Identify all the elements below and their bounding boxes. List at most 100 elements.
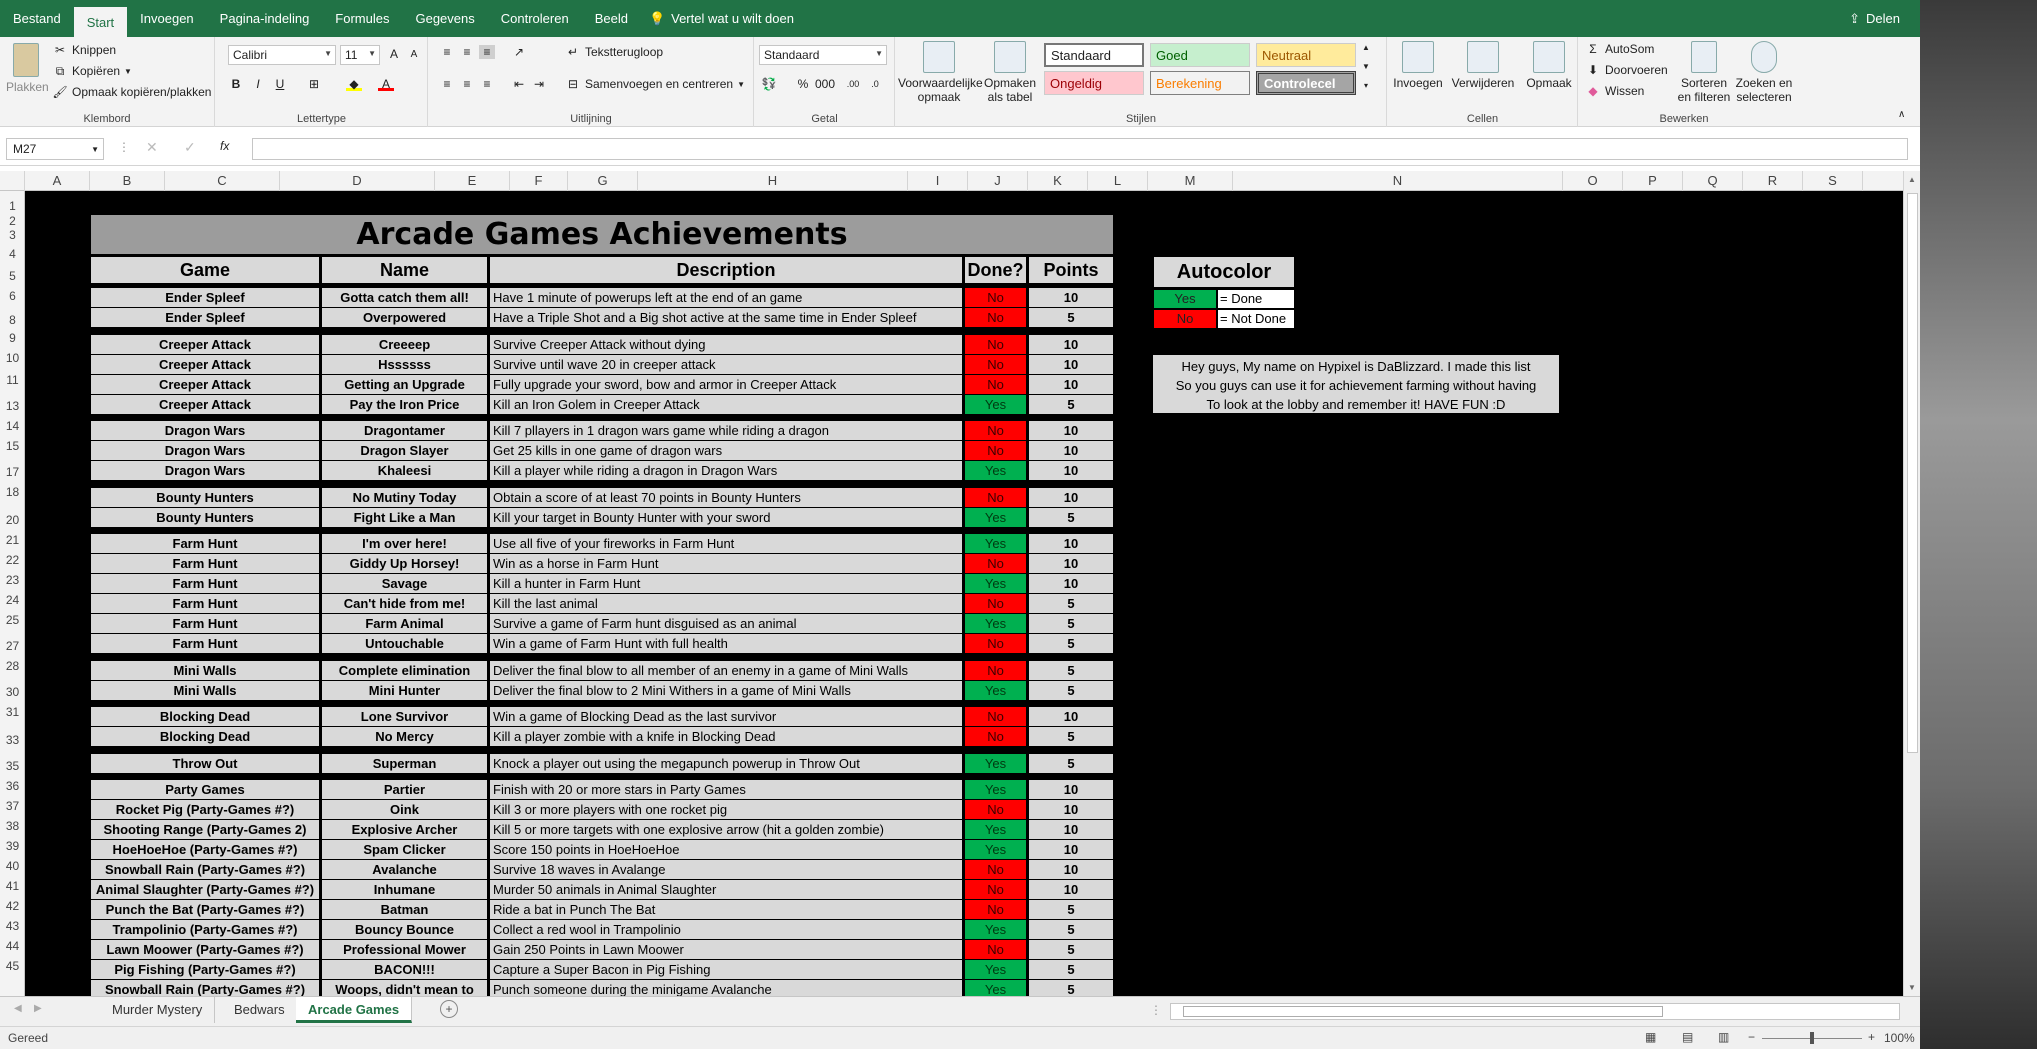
cell-points[interactable]: 5 xyxy=(1029,900,1113,919)
column-header[interactable]: L xyxy=(1088,171,1148,191)
horizontal-scroll-thumb[interactable] xyxy=(1183,1006,1663,1017)
format-as-table-button[interactable]: Opmaken als tabel xyxy=(982,41,1038,104)
cell-game[interactable]: Creeper Attack xyxy=(91,375,319,394)
cell-points[interactable]: 5 xyxy=(1029,920,1113,939)
tab-controleren[interactable]: Controleren xyxy=(488,0,582,37)
wrap-text-button[interactable]: ↵ Tekstterugloop xyxy=(565,45,663,59)
cell-game[interactable]: Snowball Rain (Party-Games #?) xyxy=(91,980,319,996)
column-header[interactable]: B xyxy=(90,171,165,191)
cell-game[interactable]: Creeper Attack xyxy=(91,335,319,354)
cell-name[interactable]: Mini Hunter xyxy=(322,681,487,700)
column-header[interactable]: J xyxy=(968,171,1028,191)
cell-description[interactable]: Score 150 points in HoeHoeHoe xyxy=(490,840,962,859)
align-right-button[interactable]: ≡ xyxy=(479,77,495,91)
cell-game[interactable]: Mini Walls xyxy=(91,661,319,680)
cell-points[interactable]: 10 xyxy=(1029,840,1113,859)
cell-points[interactable]: 10 xyxy=(1029,355,1113,374)
cell-done[interactable]: No xyxy=(965,308,1026,327)
cell-points[interactable]: 5 xyxy=(1029,960,1113,979)
cell-description[interactable]: Win a game of Farm Hunt with full health xyxy=(490,634,962,653)
row-header[interactable]: 31 xyxy=(0,705,25,719)
row-header[interactable]: 15 xyxy=(0,439,25,453)
grow-font-button[interactable]: A xyxy=(386,47,402,61)
cell-points[interactable]: 5 xyxy=(1029,594,1113,613)
cell-description[interactable]: Survive 18 waves in Avalange xyxy=(490,860,962,879)
cell-description[interactable]: Kill a player while riding a dragon in D… xyxy=(490,461,962,480)
row-header[interactable]: 23 xyxy=(0,573,25,587)
cell-name[interactable]: No Mutiny Today xyxy=(322,488,487,507)
fill-color-button[interactable]: ◆ xyxy=(346,77,362,91)
cell-game[interactable]: Dragon Wars xyxy=(91,461,319,480)
cell-points[interactable]: 10 xyxy=(1029,800,1113,819)
cell-done[interactable]: No xyxy=(965,441,1026,460)
cell-points[interactable]: 5 xyxy=(1029,940,1113,959)
find-select-button[interactable]: Zoeken en selecteren xyxy=(1735,41,1793,104)
cell-description[interactable]: Survive Creeper Attack without dying xyxy=(490,335,962,354)
cell-done[interactable]: Yes xyxy=(965,780,1026,799)
row-header[interactable]: 5 xyxy=(0,269,25,283)
cell-description[interactable]: Finish with 20 or more stars in Party Ga… xyxy=(490,780,962,799)
cell-done[interactable]: No xyxy=(965,375,1026,394)
cell-game[interactable]: Ender Spleef xyxy=(91,308,319,327)
borders-button[interactable]: ⊞ xyxy=(306,77,322,91)
chevron-down-icon[interactable]: ▼ xyxy=(1908,983,1916,992)
cell-description[interactable]: Deliver the final blow to 2 Mini Withers… xyxy=(490,681,962,700)
row-header[interactable]: 35 xyxy=(0,759,25,773)
cell-name[interactable]: Dragontamer xyxy=(322,421,487,440)
column-header[interactable]: M xyxy=(1148,171,1233,191)
cell-points[interactable]: 5 xyxy=(1029,681,1113,700)
paste-button[interactable]: Plakken xyxy=(6,43,49,94)
cell-description[interactable]: Win as a horse in Farm Hunt xyxy=(490,554,962,573)
row-header[interactable]: 13 xyxy=(0,399,25,413)
row-header[interactable]: 21 xyxy=(0,533,25,547)
cell-points[interactable]: 5 xyxy=(1029,634,1113,653)
cell-game[interactable]: Pig Fishing (Party-Games #?) xyxy=(91,960,319,979)
column-header[interactable]: P xyxy=(1623,171,1683,191)
row-header[interactable]: 3 xyxy=(0,228,25,242)
cell-name[interactable]: No Mercy xyxy=(322,727,487,746)
cell-description[interactable]: Fully upgrade your sword, bow and armor … xyxy=(490,375,962,394)
cell-description[interactable]: Knock a player out using the megapunch p… xyxy=(490,754,962,773)
cell-game[interactable]: Party Games xyxy=(91,780,319,799)
insert-function-button[interactable]: fx xyxy=(220,139,229,153)
cell-done[interactable]: No xyxy=(965,860,1026,879)
cell-description[interactable]: Kill a hunter in Farm Hunt xyxy=(490,574,962,593)
cell-name[interactable]: Hssssss xyxy=(322,355,487,374)
cell-points[interactable]: 5 xyxy=(1029,308,1113,327)
column-header[interactable]: S xyxy=(1803,171,1863,191)
zoom-slider[interactable] xyxy=(1762,1032,1862,1044)
style-berekening[interactable]: Berekening xyxy=(1150,71,1250,95)
page-layout-view-icon[interactable]: ▤ xyxy=(1682,1030,1693,1044)
cell-game[interactable]: Snowball Rain (Party-Games #?) xyxy=(91,860,319,879)
tab-pagina-indeling[interactable]: Pagina-indeling xyxy=(207,0,323,37)
confirm-entry-button[interactable]: ✓ xyxy=(184,139,196,156)
cell-points[interactable]: 10 xyxy=(1029,375,1113,394)
cell-name[interactable]: Lone Survivor xyxy=(322,707,487,726)
cell-game[interactable]: Animal Slaughter (Party-Games #?) xyxy=(91,880,319,899)
column-header[interactable]: N xyxy=(1233,171,1563,191)
vertical-scrollbar[interactable]: ▲ ▼ xyxy=(1903,171,1920,996)
column-header[interactable]: C xyxy=(165,171,280,191)
zoom-level[interactable]: 100% xyxy=(1884,1031,1915,1045)
row-header[interactable]: 43 xyxy=(0,919,25,933)
cell-name[interactable]: Partier xyxy=(322,780,487,799)
cell-done[interactable]: Yes xyxy=(965,820,1026,839)
cell-name[interactable]: Spam Clicker xyxy=(322,840,487,859)
cell-name[interactable]: Dragon Slayer xyxy=(322,441,487,460)
cell-done[interactable]: No xyxy=(965,355,1026,374)
row-header[interactable]: 1 xyxy=(0,199,25,213)
decrease-decimal-button[interactable]: .0 xyxy=(867,77,883,91)
cell-name[interactable]: Avalanche xyxy=(322,860,487,879)
cell-points[interactable]: 10 xyxy=(1029,780,1113,799)
tab-invoegen[interactable]: Invoegen xyxy=(127,0,207,37)
cell-description[interactable]: Kill 3 or more players with one rocket p… xyxy=(490,800,962,819)
copy-button[interactable]: ⧉ Kopiëren ▼ xyxy=(52,64,132,78)
cell-done[interactable]: No xyxy=(965,634,1026,653)
cell-done[interactable]: No xyxy=(965,880,1026,899)
cell-name[interactable]: I'm over here! xyxy=(322,534,487,553)
cell-done[interactable]: No xyxy=(965,488,1026,507)
cell-description[interactable]: Gain 250 Points in Lawn Moower xyxy=(490,940,962,959)
cell-description[interactable]: Survive until wave 20 in creeper attack xyxy=(490,355,962,374)
orientation-button[interactable]: ↗ xyxy=(511,45,527,59)
cell-name[interactable]: Oink xyxy=(322,800,487,819)
